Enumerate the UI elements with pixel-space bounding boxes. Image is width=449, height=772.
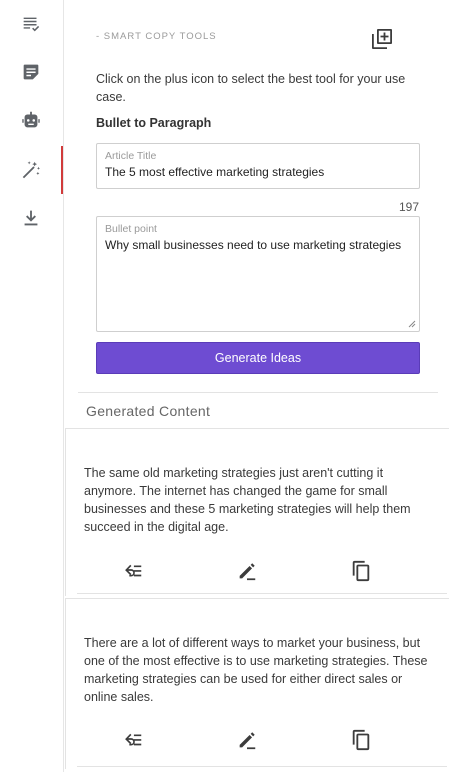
- bullet-point-label: Bullet point: [105, 223, 157, 235]
- expand-button[interactable]: [122, 560, 144, 582]
- card-actions: [66, 560, 449, 584]
- resize-handle-icon[interactable]: [408, 320, 416, 328]
- generated-card-text: The same old marketing strategies just a…: [84, 466, 411, 534]
- add-tool-button[interactable]: [370, 27, 394, 51]
- generated-card: The same old marketing strategies just a…: [65, 428, 449, 596]
- copy-icon: [352, 560, 370, 582]
- main-panel: - SMART COPY TOOLS Click on the plus ico…: [63, 0, 449, 772]
- add-box-icon: [372, 29, 392, 49]
- tool-name: Bullet to Paragraph: [96, 116, 212, 130]
- char-counter: 197: [398, 200, 419, 214]
- copy-icon: [352, 729, 370, 751]
- edit-button[interactable]: [236, 560, 258, 582]
- sidebar: [0, 0, 64, 772]
- text-expand-icon: [125, 733, 142, 746]
- sidebar-item-bot[interactable]: [0, 96, 62, 144]
- instructions-text: Click on the plus icon to select the bes…: [96, 72, 406, 104]
- text-expand-icon: [125, 564, 142, 577]
- article-title-input[interactable]: The 5 most effective marketing strategie…: [105, 165, 324, 179]
- bullet-point-input[interactable]: Why small businesses need to use marketi…: [105, 238, 405, 252]
- article-title-label: Article Title: [105, 150, 157, 162]
- generated-content-title: Generated Content: [86, 403, 211, 419]
- edit-pen-icon: [239, 732, 256, 750]
- sidebar-item-download[interactable]: [0, 194, 62, 242]
- sidebar-item-notes[interactable]: [0, 48, 62, 96]
- section-header: - SMART COPY TOOLS: [96, 31, 217, 42]
- robot-icon: [22, 111, 40, 128]
- bullet-point-field[interactable]: Bullet point Why small businesses need t…: [96, 216, 420, 332]
- sidebar-item-smart-copy[interactable]: [0, 146, 63, 194]
- sidebar-item-list[interactable]: [0, 0, 62, 48]
- copy-button[interactable]: [350, 560, 372, 582]
- generated-card: There are a lot of different ways to mar…: [65, 598, 449, 769]
- expand-button[interactable]: [122, 729, 144, 751]
- divider: [77, 766, 447, 767]
- divider: [78, 392, 438, 393]
- generated-card-text: There are a lot of different ways to mar…: [84, 636, 428, 704]
- generate-ideas-button[interactable]: Generate Ideas: [96, 342, 420, 374]
- copy-button[interactable]: [350, 729, 372, 751]
- note-icon: [23, 64, 39, 80]
- divider: [77, 593, 447, 594]
- card-actions: [66, 729, 449, 753]
- edit-pen-icon: [239, 563, 256, 581]
- download-icon: [24, 210, 38, 226]
- list-check-icon: [23, 17, 40, 32]
- article-title-field[interactable]: Article Title The 5 most effective marke…: [96, 143, 420, 189]
- magic-wand-icon: [22, 161, 40, 179]
- edit-button[interactable]: [236, 729, 258, 751]
